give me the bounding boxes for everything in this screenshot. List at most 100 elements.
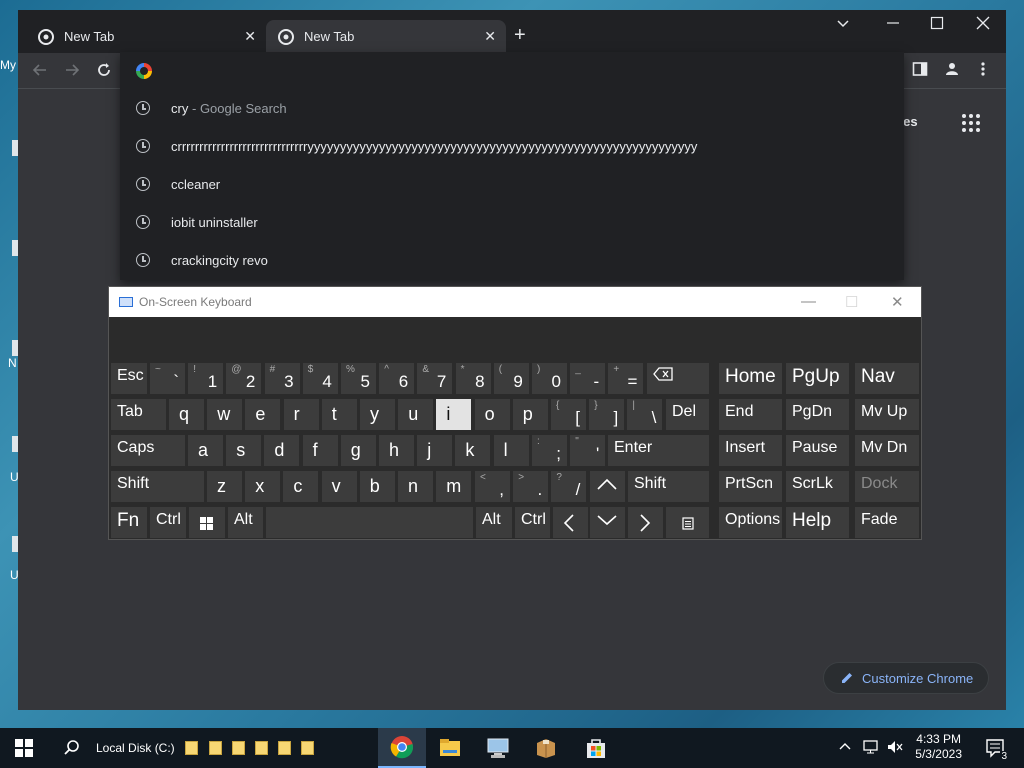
minimize-icon[interactable] xyxy=(886,16,900,35)
key-down-arrow[interactable] xyxy=(590,507,625,538)
osk-title-bar[interactable]: On-Screen Keyboard — ☐ ✕ xyxy=(109,287,921,317)
quick-folder-5[interactable] xyxy=(275,728,293,768)
key-y[interactable]: y xyxy=(360,399,395,430)
key-num-5[interactable]: % 5 xyxy=(341,363,376,394)
key-tab[interactable]: Tab xyxy=(111,399,166,430)
key-num-4[interactable]: $4 xyxy=(302,363,338,394)
key-c[interactable]: c xyxy=(283,471,319,502)
key-backspace[interactable] xyxy=(647,363,709,394)
key-punct-2[interactable]: ? / xyxy=(551,471,587,502)
profile-icon[interactable] xyxy=(944,61,960,82)
key-b[interactable]: b xyxy=(359,471,395,502)
system-clock[interactable]: 4:33 PM 5/3/2023 xyxy=(915,732,962,762)
key-alt-left[interactable]: Alt xyxy=(228,507,263,538)
key-h[interactable]: h xyxy=(379,435,414,466)
key-s[interactable]: s xyxy=(226,435,262,466)
key-num-11[interactable]: _ - xyxy=(570,363,606,394)
key-fn[interactable]: Fn xyxy=(111,507,147,538)
key-g[interactable]: g xyxy=(340,435,376,466)
key-bracket-1[interactable]: }] xyxy=(589,399,625,430)
key-bracket-2[interactable]: | \ xyxy=(627,399,663,430)
key-f[interactable]: f xyxy=(302,435,338,466)
key-nav[interactable]: Nav xyxy=(855,363,919,394)
key-fade[interactable]: Fade xyxy=(855,507,919,538)
quick-folder-2[interactable] xyxy=(206,728,224,768)
key-alt-right[interactable]: Alt xyxy=(476,507,512,538)
key-insert[interactable]: Insert xyxy=(719,435,782,466)
key-o[interactable]: o xyxy=(474,399,510,430)
key-pause[interactable]: Pause xyxy=(786,435,849,466)
key-end[interactable]: End xyxy=(719,399,782,430)
key-num-12[interactable]: + = xyxy=(608,363,644,394)
key-num-3[interactable]: #3 xyxy=(264,363,300,394)
key-num-6[interactable]: ^ 6 xyxy=(379,363,415,394)
key-num-9[interactable]: (9 xyxy=(493,363,529,394)
key-p[interactable]: p xyxy=(512,399,548,430)
key-right-arrow[interactable] xyxy=(628,507,663,538)
suggestion-item[interactable]: iobit uninstaller xyxy=(120,203,904,241)
key-a[interactable]: a xyxy=(188,435,223,466)
key-v[interactable]: v xyxy=(321,471,357,502)
key-t[interactable]: t xyxy=(321,399,357,430)
key-enter[interactable]: Enter xyxy=(608,435,709,466)
key-semi-0[interactable]: :; xyxy=(532,435,567,466)
suggestion-item[interactable]: ccleaner xyxy=(120,165,904,203)
key-left-arrow[interactable] xyxy=(553,507,588,538)
forward-arrow-icon[interactable] xyxy=(64,62,80,83)
key-shift-left[interactable]: Shift xyxy=(111,471,204,502)
taskbar-app-package[interactable] xyxy=(524,728,568,768)
key-num-2[interactable]: @2 xyxy=(226,363,262,394)
close-tab-icon[interactable]: ✕ xyxy=(244,28,256,45)
quick-folder-4[interactable] xyxy=(252,728,270,768)
key-w[interactable]: w xyxy=(207,399,243,430)
volume-muted-icon[interactable] xyxy=(886,739,904,760)
key-esc[interactable]: Esc xyxy=(111,363,147,394)
show-hidden-icons-chevron[interactable] xyxy=(838,740,852,759)
key-windows[interactable] xyxy=(189,507,225,538)
key-r[interactable]: r xyxy=(283,399,319,430)
key-num-0[interactable]: ~ ` xyxy=(150,363,185,394)
key-num-10[interactable]: ) 0 xyxy=(532,363,567,394)
close-tab-icon[interactable]: ✕ xyxy=(484,28,496,45)
quick-folder-6[interactable] xyxy=(298,728,316,768)
key-mvup[interactable]: Mv Up xyxy=(855,399,919,430)
key-scrlk[interactable]: ScrLk xyxy=(786,471,849,502)
key-num-1[interactable]: ! 1 xyxy=(188,363,224,394)
key-j[interactable]: j xyxy=(417,435,453,466)
key-k[interactable]: k xyxy=(455,435,491,466)
key-m[interactable]: m xyxy=(436,471,472,502)
quick-folder-3[interactable] xyxy=(229,728,247,768)
omnibox-input[interactable] xyxy=(120,52,904,90)
key-home[interactable]: Home xyxy=(719,363,782,394)
toolbar-local-disk[interactable]: Local Disk (C:) xyxy=(96,728,180,768)
key-x[interactable]: x xyxy=(245,471,281,502)
key-menu[interactable] xyxy=(666,507,709,538)
key-dock[interactable]: Dock xyxy=(855,471,919,502)
close-window-icon[interactable] xyxy=(976,16,990,35)
start-button[interactable] xyxy=(0,728,48,768)
tab-search-chevron-icon[interactable] xyxy=(836,16,850,35)
key-q[interactable]: q xyxy=(169,399,204,430)
more-menu-icon[interactable] xyxy=(980,61,986,82)
suggestion-item[interactable]: cry - Google Search xyxy=(120,89,904,127)
taskbar-microsoft-store[interactable] xyxy=(572,728,620,768)
key-ctrl-right[interactable]: Ctrl xyxy=(515,507,550,538)
key-ctrl-left[interactable]: Ctrl xyxy=(150,507,186,538)
key-num-7[interactable]: & 7 xyxy=(417,363,453,394)
key-punct-0[interactable]: <, xyxy=(475,471,510,502)
key-del[interactable]: Del xyxy=(666,399,709,430)
key-help[interactable]: Help xyxy=(786,507,849,538)
close-icon[interactable]: ✕ xyxy=(891,293,904,311)
key-pgup[interactable]: PgUp xyxy=(786,363,849,394)
back-arrow-icon[interactable] xyxy=(32,62,48,83)
tab-new-tab-2[interactable]: New Tab ✕ xyxy=(266,20,506,53)
network-icon[interactable] xyxy=(862,739,880,760)
taskbar-chrome[interactable] xyxy=(378,728,426,768)
suggestion-item[interactable]: crrrrrrrrrrrrrrrrrrrrrrrrrrrrrryyyyyyyyy… xyxy=(120,127,904,165)
key-n[interactable]: n xyxy=(398,471,433,502)
taskbar-app-computer[interactable] xyxy=(476,728,520,768)
key-space[interactable] xyxy=(266,507,473,538)
key-up-arrow[interactable] xyxy=(590,471,625,502)
search-button[interactable] xyxy=(52,728,92,768)
google-apps-icon[interactable] xyxy=(962,114,980,132)
